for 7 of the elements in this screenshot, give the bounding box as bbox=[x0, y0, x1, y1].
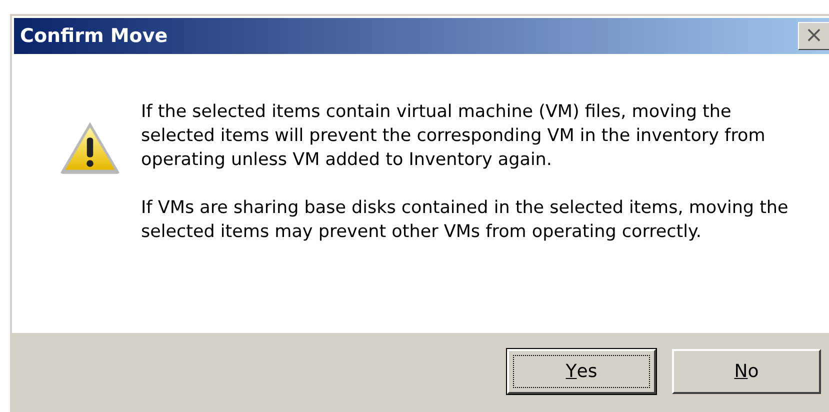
close-button[interactable]: × bbox=[798, 22, 829, 50]
message-text: If VMs are sharing base disks contained in the selected items, moving the selected items may prevent other VMs from operating correctly. bbox=[141, 197, 790, 244]
warning-icon bbox=[59, 120, 121, 176]
message-text: If the selected items contain virtual machine (VM) files, moving the selected items will prevent the corresponding VM in the inventory from operating unless VM added to Inventory again. bbox=[141, 101, 766, 172]
window-title: Confirm Move bbox=[20, 25, 169, 47]
dialog-button[interactable]: Yes bbox=[507, 349, 656, 394]
dialog-button[interactable]: No bbox=[672, 349, 821, 394]
